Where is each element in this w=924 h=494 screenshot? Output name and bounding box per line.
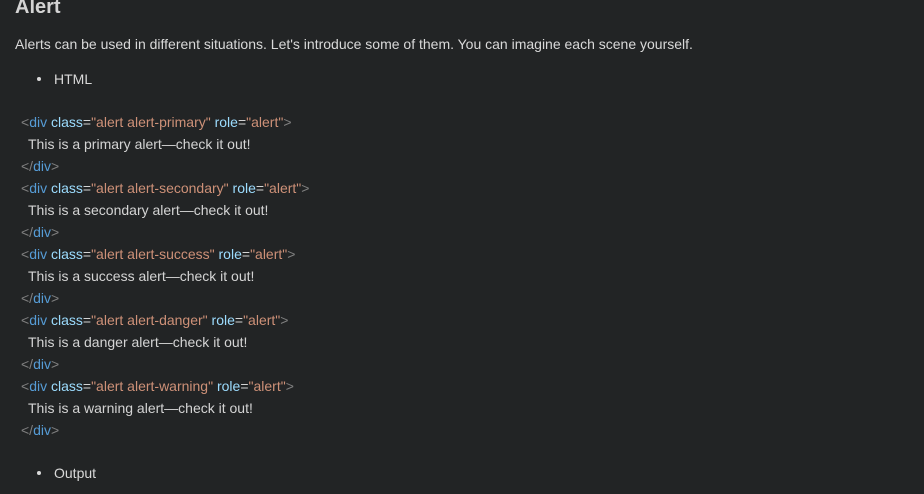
code-line-text: This is a secondary alert—check it out! xyxy=(21,199,309,221)
code-line-close-tag: </div> xyxy=(21,419,309,441)
section-intro: Alerts can be used in different situatio… xyxy=(15,36,693,52)
tag-bracket: > xyxy=(280,312,289,328)
tag-bracket: </ xyxy=(21,422,34,438)
equals: = xyxy=(241,246,251,262)
attr-class: class xyxy=(50,180,83,196)
tag-name: div xyxy=(29,378,48,394)
equals: = xyxy=(237,114,247,130)
code-line-close-tag: </div> xyxy=(21,353,309,375)
tag-bracket: > xyxy=(50,224,60,240)
tag-bracket: > xyxy=(283,114,292,130)
bullet-output-label: Output xyxy=(54,465,97,481)
code-line-open-tag: <div class="alert alert-success" role="a… xyxy=(21,243,309,265)
bullet-output: Output xyxy=(37,463,96,483)
equals: = xyxy=(240,378,249,394)
bullet-dot-icon xyxy=(37,77,41,82)
tag-bracket: > xyxy=(301,180,310,196)
tag-name: div xyxy=(29,312,48,328)
code-line-text: This is a success alert—check it out! xyxy=(21,265,309,287)
bullet-dot-icon xyxy=(37,471,41,476)
tag-bracket: < xyxy=(21,180,30,196)
attr-class: class xyxy=(50,246,83,262)
tag-name: div xyxy=(33,422,51,438)
code-line-text: This is a warning alert—check it out! xyxy=(21,397,309,419)
code-line-open-tag: <div class="alert alert-primary" role="a… xyxy=(21,111,309,133)
role-value: "alert" xyxy=(250,246,288,262)
tag-bracket: </ xyxy=(21,158,34,174)
equals: = xyxy=(255,180,265,196)
alert-text: This is a warning alert—check it out! xyxy=(28,400,253,416)
code-line-close-tag: </div> xyxy=(21,155,309,177)
tag-bracket: < xyxy=(21,378,30,394)
tag-name: div xyxy=(29,246,48,262)
tag-bracket: > xyxy=(50,356,60,372)
tag-bracket: > xyxy=(50,158,60,174)
attr-role: role xyxy=(216,378,241,394)
code-line-text: This is a danger alert—check it out! xyxy=(21,331,309,353)
attr-class: class xyxy=(50,312,83,328)
alert-text: This is a success alert—check it out! xyxy=(28,268,255,284)
tag-bracket: > xyxy=(287,246,296,262)
code-line-text: This is a primary alert—check it out! xyxy=(21,133,309,155)
class-value: "alert alert-danger" xyxy=(91,312,208,328)
tag-bracket: < xyxy=(21,312,30,328)
bullet-html-label: HTML xyxy=(54,71,93,87)
alert-text: This is a secondary alert—check it out! xyxy=(28,202,269,218)
code-line-open-tag: <div class="alert alert-warning" role="a… xyxy=(21,375,309,397)
bullet-html: HTML xyxy=(37,69,92,89)
equals: = xyxy=(82,180,92,196)
code-line-open-tag: <div class="alert alert-danger" role="al… xyxy=(21,309,309,331)
role-value: "alert" xyxy=(248,378,286,394)
class-value: "alert alert-success" xyxy=(91,246,215,262)
section-title: Alert xyxy=(15,0,61,18)
tag-name: div xyxy=(29,180,48,196)
equals: = xyxy=(82,312,92,328)
role-value: "alert" xyxy=(246,114,284,130)
alert-text: This is a primary alert—check it out! xyxy=(28,136,251,152)
attr-class: class xyxy=(50,114,83,130)
tag-name: div xyxy=(33,158,51,174)
attr-role: role xyxy=(211,312,235,328)
role-value: "alert" xyxy=(264,180,302,196)
class-value: "alert alert-primary" xyxy=(91,114,211,130)
attr-role: role xyxy=(218,246,242,262)
tag-bracket: > xyxy=(50,290,60,306)
code-block: <div class="alert alert-primary" role="a… xyxy=(21,111,309,441)
tag-name: div xyxy=(29,114,48,130)
tag-bracket: </ xyxy=(21,224,34,240)
tag-bracket: </ xyxy=(21,356,34,372)
page: Alert Alerts can be used in different si… xyxy=(0,0,924,494)
attr-role: role xyxy=(232,180,256,196)
tag-bracket: </ xyxy=(21,290,34,306)
role-value: "alert" xyxy=(243,312,281,328)
code-line-open-tag: <div class="alert alert-secondary" role=… xyxy=(21,177,309,199)
equals: = xyxy=(82,378,92,394)
tag-bracket: > xyxy=(50,422,60,438)
equals: = xyxy=(234,312,244,328)
tag-bracket: > xyxy=(285,378,294,394)
code-line-close-tag: </div> xyxy=(21,221,309,243)
class-value: "alert alert-secondary" xyxy=(91,180,229,196)
attr-class: class xyxy=(50,378,83,394)
attr-role: role xyxy=(214,114,238,130)
tag-name: div xyxy=(33,224,51,240)
tag-name: div xyxy=(33,290,51,306)
code-line-close-tag: </div> xyxy=(21,287,309,309)
tag-bracket: < xyxy=(21,114,30,130)
equals: = xyxy=(82,246,92,262)
alert-text: This is a danger alert—check it out! xyxy=(28,334,248,350)
tag-bracket: < xyxy=(21,246,30,262)
class-value: "alert alert-warning" xyxy=(91,378,214,394)
equals: = xyxy=(82,114,92,130)
tag-name: div xyxy=(33,356,51,372)
